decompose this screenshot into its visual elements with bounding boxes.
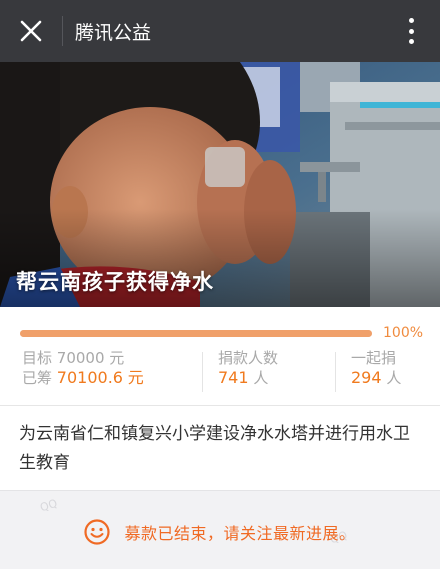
together-unit: 人 — [386, 369, 402, 387]
together-value: 294 — [351, 368, 382, 387]
project-description: 为云南省仁和镇复兴小学建设净水水塔并进行用水卫生教育 — [19, 424, 410, 473]
raised-label: 已筹 — [22, 369, 53, 387]
watermark: QQ — [38, 496, 59, 515]
stat-together[interactable]: 一起捐 294 人 — [351, 348, 401, 394]
stats-panel: 目标 70000 元 已筹 70100.6 元 捐款人数 741 人 一起捐 2… — [0, 348, 440, 394]
donors-line: 741 人 — [218, 368, 278, 388]
header-divider — [62, 16, 63, 46]
close-icon — [20, 20, 42, 42]
donors-value: 741 — [218, 368, 249, 387]
banner-message: 募款已结束，请关注最新进展。 — [124, 524, 356, 543]
progress-bar: 100% — [20, 323, 426, 343]
hero-image: 帮云南孩子获得净水 — [0, 62, 440, 307]
status-banner: QQ QQ 募款已结束，请关注最新进展。 — [0, 490, 440, 569]
banner-content: 募款已结束，请关注最新进展。 — [0, 519, 440, 545]
raised-line: 已筹 70100.6 元 — [22, 368, 144, 388]
together-label: 一起捐 — [351, 349, 397, 367]
page-title: 腾讯公益 — [75, 21, 152, 44]
target-label: 目标 — [22, 349, 53, 367]
close-button[interactable] — [0, 0, 62, 62]
section-divider — [0, 405, 440, 406]
progress-percent: 100% — [383, 325, 424, 341]
donors-label: 捐款人数 — [218, 349, 279, 367]
raised-unit: 元 — [127, 368, 144, 387]
stat-donors: 捐款人数 741 人 — [218, 348, 278, 394]
more-button[interactable] — [404, 15, 418, 47]
stat-target-raised: 目标 70000 元 已筹 70100.6 元 — [22, 348, 144, 394]
smile-icon — [84, 519, 111, 545]
together-line: 294 人 — [351, 368, 401, 388]
top-bar: 腾讯公益 — [0, 0, 440, 62]
donors-unit: 人 — [253, 369, 269, 387]
stats-divider — [202, 352, 203, 392]
hero-headline: 帮云南孩子获得净水 — [16, 270, 214, 294]
progress-fill — [20, 329, 372, 337]
target-line: 目标 70000 元 — [22, 348, 144, 368]
target-value: 70000 元 — [56, 349, 125, 367]
progress-track — [20, 329, 372, 337]
stats-divider — [335, 352, 336, 392]
more-vertical-icon — [408, 18, 414, 23]
raised-value: 70100.6 — [56, 368, 123, 387]
